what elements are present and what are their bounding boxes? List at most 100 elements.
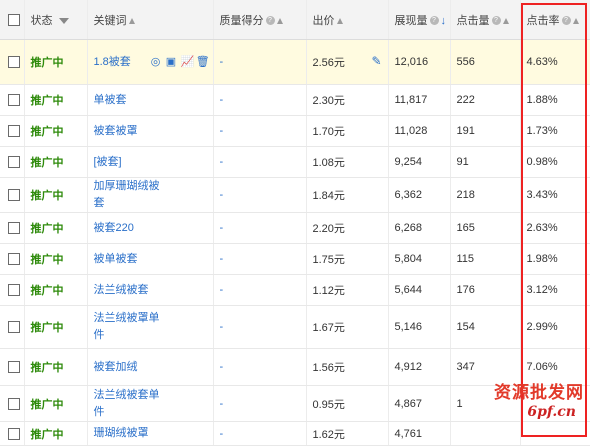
status-text: 推广中 (30, 285, 64, 297)
keyword-link[interactable]: 被套220 (94, 220, 164, 237)
ctr-value: 3.43% (526, 189, 558, 201)
quality-score: - (219, 284, 224, 296)
bid-header[interactable]: 出价 (306, 0, 389, 40)
sort-desc-icon[interactable]: ↓ (441, 15, 447, 27)
row-checkbox[interactable] (8, 397, 20, 410)
status-text: 推广中 (30, 95, 64, 107)
table-row[interactable]: 推广中 单被套 - 2.30元 11,817 222 1.88% (0, 84, 590, 116)
sort-icon[interactable] (572, 17, 579, 24)
bid-value: 1.70元 (312, 126, 345, 138)
clicks-value: 115 (456, 253, 475, 265)
keyword-link[interactable]: 珊瑚绒被罩 (94, 425, 164, 442)
impressions-value: 5,146 (394, 321, 423, 333)
clicks-value: 347 (456, 361, 475, 373)
help-icon[interactable]: ? (491, 16, 501, 26)
quality-score: - (219, 189, 224, 201)
row-checkbox[interactable] (8, 253, 20, 266)
table-row[interactable]: 推广中 1.8被套 ◎ ▣ 📈 🗑 - 2.56元 ✎ 12,016 556 4.… (0, 39, 590, 85)
row-checkbox[interactable] (8, 94, 20, 107)
status-text: 推广中 (30, 126, 64, 138)
edit-bid-icon[interactable]: ✎ (371, 54, 381, 68)
row-checkbox[interactable] (8, 361, 20, 374)
table-header: 状态 关键词 质量得分? 出价 展现量? ↓ 点击量? 点击率? (0, 0, 590, 40)
keyword-link[interactable]: 1.8被套 (94, 54, 131, 71)
impressions-value: 4,912 (394, 361, 423, 373)
bid-value: 1.67元 (312, 322, 345, 334)
table-row[interactable]: 推广中 被套被罩 - 1.70元 11,028 191 1.73% (0, 115, 590, 147)
impressions-value: 5,644 (394, 284, 423, 296)
keyword-link[interactable]: 单被套 (94, 92, 164, 109)
quality-score: - (219, 253, 224, 265)
clicks-value: 218 (456, 189, 475, 201)
keyword-link[interactable]: 加厚珊瑚绒被套 (94, 178, 164, 212)
bid-value: 1.62元 (312, 428, 345, 441)
table-row[interactable]: 推广中 法兰绒被套 - 1.12元 5,644 176 3.12% (0, 274, 590, 306)
keyword-link[interactable]: 被单被套 (94, 251, 164, 268)
table-row[interactable]: 推广中 [被套] - 1.08元 9,254 91 0.98% (0, 146, 590, 178)
clicks-value: 154 (456, 321, 475, 333)
keyword-link[interactable]: 法兰绒被套单件 (94, 387, 164, 421)
quality-score: - (219, 222, 224, 234)
status-text: 推广中 (30, 223, 64, 235)
table-row[interactable]: 推广中 加厚珊瑚绒被套 - 1.84元 6,362 218 3.43% (0, 177, 590, 213)
sort-icon[interactable] (276, 17, 283, 24)
clicks-value: 165 (456, 222, 475, 234)
keyword-link[interactable]: 被套加绒 (94, 359, 164, 376)
table-row[interactable]: 推广中 珊瑚绒被罩 - 1.62元 4,761 (0, 421, 590, 446)
keyword-link[interactable]: 法兰绒被套 (94, 282, 164, 299)
ctr-value: 1.73% (526, 125, 558, 137)
ctr-value: 4.63% (526, 56, 558, 68)
keyword-link[interactable]: 法兰绒被罩单件 (94, 310, 164, 344)
help-icon[interactable]: ? (561, 16, 571, 26)
keyword-link[interactable]: 被套被罩 (94, 123, 164, 140)
bid-value: 2.30元 (312, 95, 345, 107)
ctr-value: 1.98% (526, 253, 558, 265)
quality-score: - (219, 56, 224, 68)
quality-score: - (219, 397, 224, 410)
help-icon[interactable]: ? (429, 16, 439, 26)
clicks-value: 1 (456, 397, 463, 410)
help-icon[interactable]: ? (265, 16, 275, 26)
row-checkbox[interactable] (8, 427, 20, 440)
row-checkbox[interactable] (8, 125, 20, 138)
clicks-value: 222 (456, 94, 475, 106)
row-checkbox[interactable] (8, 284, 20, 297)
ctr-value: 2.99% (526, 321, 558, 333)
trash-icon[interactable]: 🗑 (196, 56, 210, 68)
row-checkbox[interactable] (8, 189, 20, 202)
bid-value: 2.20元 (312, 223, 345, 235)
status-header[interactable]: 状态 (24, 0, 88, 40)
target-icon[interactable]: ◎ (151, 56, 162, 68)
trend-chart-icon[interactable]: 📈 (181, 56, 195, 68)
row-checkbox[interactable] (8, 156, 20, 169)
ctr-header[interactable]: 点击率? (520, 0, 590, 40)
watermark-text: 资源批发网 (494, 383, 584, 403)
keyword-header[interactable]: 关键词 (87, 0, 214, 40)
sort-icon[interactable] (336, 17, 343, 24)
copy-icon[interactable]: ▣ (166, 56, 177, 68)
table-row[interactable]: 推广中 被单被套 - 1.75元 5,804 115 1.98% (0, 243, 590, 275)
clicks-value: 176 (456, 284, 475, 296)
table-row[interactable]: 推广中 被套220 - 2.20元 6,268 165 2.63% (0, 212, 590, 244)
status-text: 推广中 (30, 190, 64, 202)
clicks-header[interactable]: 点击量? (450, 0, 521, 40)
clicks-value: 191 (456, 125, 475, 137)
select-all-checkbox[interactable] (8, 13, 20, 26)
row-actions: ◎ ▣ 📈 🗑 (151, 56, 210, 68)
clicks-value: 556 (456, 56, 475, 68)
quality-score: - (219, 156, 224, 168)
keyword-link[interactable]: [被套] (94, 154, 164, 171)
quality-header[interactable]: 质量得分? (213, 0, 307, 40)
table-row[interactable]: 推广中 法兰绒被罩单件 - 1.67元 5,146 154 2.99% (0, 305, 590, 349)
row-checkbox[interactable] (8, 321, 20, 334)
status-filter-icon[interactable] (58, 17, 69, 24)
quality-score: - (219, 94, 224, 106)
ctr-value: 0.98% (526, 156, 558, 168)
row-checkbox[interactable] (8, 222, 20, 235)
quality-score: - (219, 427, 224, 440)
sort-icon[interactable] (128, 17, 135, 24)
bid-value: 0.95元 (312, 398, 345, 411)
impressions-header[interactable]: 展现量? ↓ (388, 0, 451, 40)
sort-icon[interactable] (502, 17, 509, 24)
row-checkbox[interactable] (8, 56, 20, 69)
